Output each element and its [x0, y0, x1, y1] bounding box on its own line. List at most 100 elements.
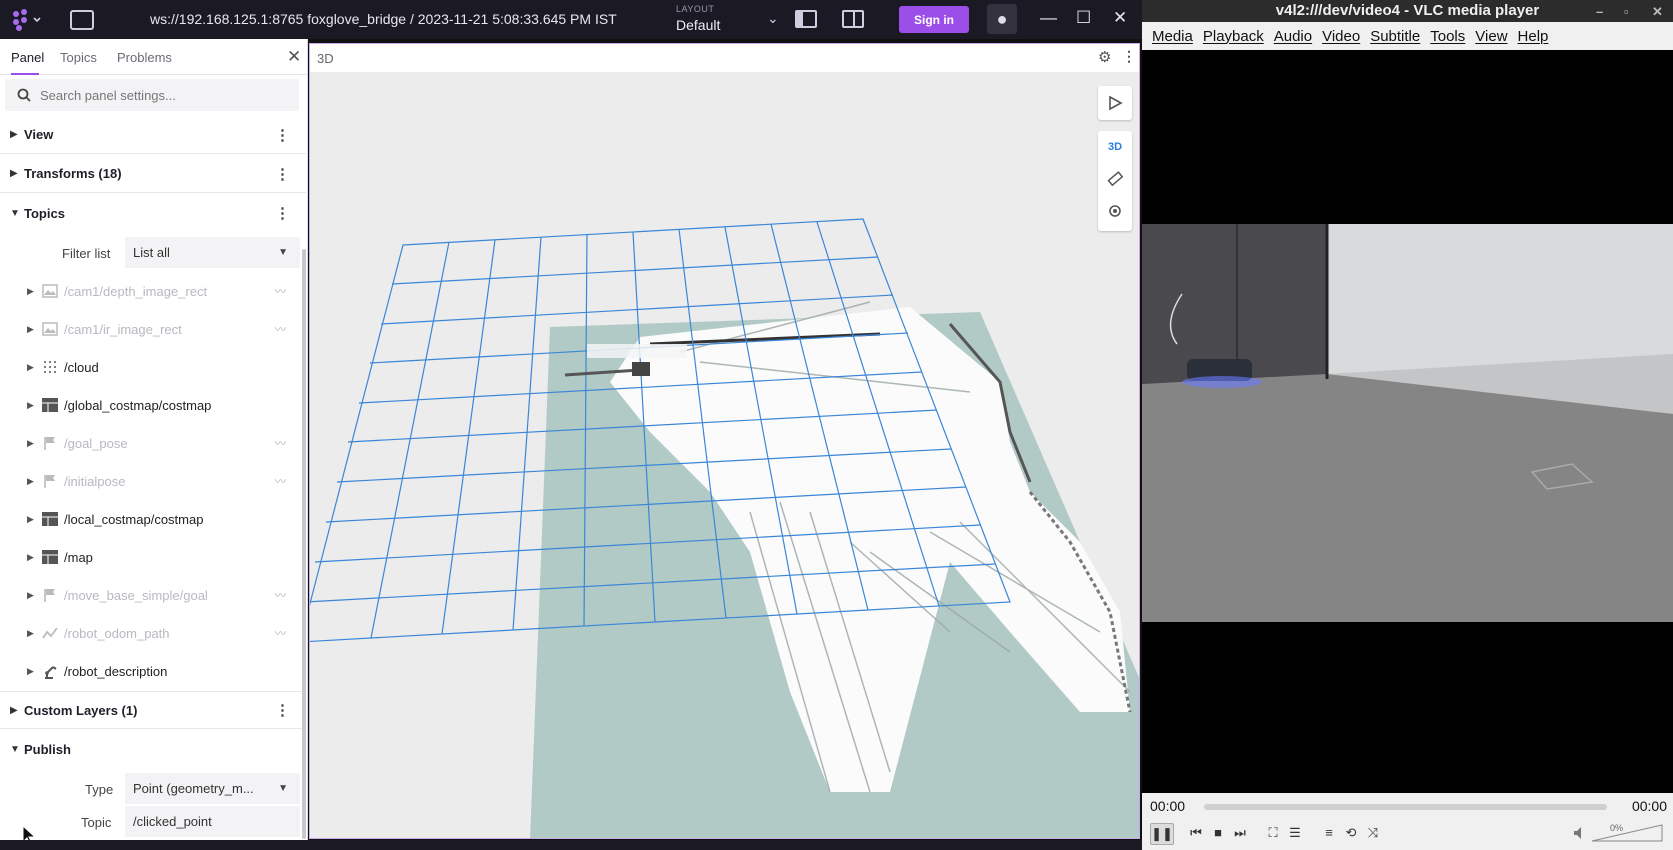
topic-row[interactable]: ▶ /move_base_simple/goal 〰	[0, 577, 306, 613]
expand-icon[interactable]: ▶	[27, 666, 34, 677]
topic-row[interactable]: ▶ /map	[0, 539, 306, 575]
tab-panel[interactable]: Panel	[11, 50, 44, 65]
expand-icon[interactable]: ▶	[27, 362, 34, 373]
pause-button[interactable]: ❚❚	[1150, 823, 1174, 845]
menu-audio[interactable]: Audio	[1274, 28, 1312, 45]
view-tools: 3D	[1098, 131, 1132, 231]
minimize-icon[interactable]: –	[1596, 1, 1603, 23]
close-icon[interactable]: ✕	[287, 47, 301, 67]
topic-row[interactable]: ▶ /goal_pose 〰	[0, 425, 306, 461]
section-transforms[interactable]: ▶ Transforms (18) ⋮	[0, 155, 306, 193]
foxglove-topbar: ws://192.168.125.1:8765 foxglove_bridge …	[0, 0, 1142, 39]
loop-icon[interactable]: ⟲	[1340, 823, 1362, 843]
user-icon[interactable]: ●	[987, 4, 1017, 34]
expand-icon[interactable]: ▶	[27, 324, 34, 335]
3d-panel[interactable]: 3D ⚙ ⋮ 3D	[309, 43, 1140, 839]
left-sidebar-toggle-icon[interactable]	[795, 10, 817, 28]
ruler-icon[interactable]	[1107, 171, 1123, 187]
seek-slider[interactable]	[1204, 804, 1607, 810]
robot-arm-icon	[42, 663, 58, 679]
sign-in-button[interactable]: Sign in	[899, 6, 969, 33]
expand-icon[interactable]: ▶	[27, 590, 34, 601]
playlist-icon[interactable]: ≡	[1318, 823, 1340, 843]
topic-row[interactable]: ▶ /global_costmap/costmap	[0, 387, 306, 423]
topic-name: /cloud	[64, 359, 99, 375]
video-frame[interactable]	[1142, 224, 1673, 622]
layout-selector[interactable]: Default	[676, 17, 720, 33]
expand-icon[interactable]: ▶	[27, 476, 34, 487]
visibility-off-icon[interactable]: 〰	[275, 587, 286, 603]
section-title: Transforms (18)	[24, 166, 122, 181]
visibility-off-icon[interactable]: 〰	[275, 435, 286, 451]
sidebar-scrollbar[interactable]	[302, 249, 306, 839]
3d-scene-canvas[interactable]	[310, 72, 1140, 839]
section-publish[interactable]: ▼ Publish	[0, 730, 306, 768]
topic-row[interactable]: ▶ /robot_odom_path 〰	[0, 615, 306, 651]
topic-row[interactable]: ▶ /initialpose 〰	[0, 463, 306, 499]
tab-topics[interactable]: Topics	[60, 50, 97, 65]
publish-point-icon[interactable]	[1107, 203, 1123, 219]
app-menu-button[interactable]	[8, 8, 42, 32]
more-icon[interactable]: ⋮	[275, 204, 290, 222]
next-button[interactable]: ⏭	[1229, 823, 1251, 843]
vlc-title-bar: v4l2:///dev/video4 - VLC media player – …	[1142, 0, 1673, 22]
fullscreen-icon[interactable]: ⛶	[1262, 823, 1284, 843]
maximize-icon[interactable]: ▫	[1624, 1, 1629, 23]
menu-view[interactable]: View	[1475, 28, 1507, 45]
select-tool-button[interactable]	[1098, 86, 1132, 120]
more-icon[interactable]: ⋮	[275, 126, 290, 144]
maximize-icon[interactable]: ☐	[1076, 8, 1091, 28]
section-view[interactable]: ▶ View ⋮	[0, 116, 306, 154]
expand-icon[interactable]: ▶	[27, 552, 34, 563]
more-icon[interactable]: ⋮	[275, 701, 290, 719]
topic-row[interactable]: ▶ /cloud	[0, 349, 306, 385]
section-topics[interactable]: ▼ Topics ⋮	[0, 194, 306, 232]
topic-row[interactable]: ▶ /cam1/depth_image_rect 〰	[0, 273, 306, 309]
chevron-down-icon[interactable]: ⌄	[767, 10, 779, 27]
close-icon[interactable]: ✕	[1652, 1, 1663, 23]
filter-list-label: Filter list	[62, 246, 111, 261]
panel-settings-sidebar: Panel Topics Problems ✕ Search panel set…	[0, 39, 308, 850]
publish-type-select[interactable]: Point (geometry_m... ▼	[125, 773, 300, 804]
visibility-off-icon[interactable]: 〰	[275, 321, 286, 337]
visibility-off-icon[interactable]: 〰	[275, 625, 286, 641]
menu-playback[interactable]: Playback	[1203, 28, 1264, 45]
menu-tools[interactable]: Tools	[1430, 28, 1465, 45]
previous-button[interactable]: ⏮	[1185, 823, 1207, 843]
filter-list-select[interactable]: List all ▼	[125, 237, 300, 268]
tab-problems[interactable]: Problems	[117, 50, 172, 65]
expand-icon[interactable]: ▶	[27, 514, 34, 525]
connection-status[interactable]: ws://192.168.125.1:8765 foxglove_bridge …	[150, 11, 617, 27]
right-sidebar-toggle-icon[interactable]	[842, 10, 864, 28]
stop-button[interactable]: ■	[1207, 823, 1229, 843]
extended-settings-icon[interactable]: ☰	[1284, 823, 1306, 843]
menu-subtitle[interactable]: Subtitle	[1370, 28, 1420, 45]
minimize-icon[interactable]: —	[1040, 8, 1057, 28]
menu-media[interactable]: Media	[1152, 28, 1193, 45]
more-icon[interactable]: ⋮	[275, 165, 290, 183]
topic-row[interactable]: ▶ /robot_description	[0, 653, 306, 689]
visibility-off-icon[interactable]: 〰	[275, 283, 286, 299]
visibility-off-icon[interactable]: 〰	[275, 473, 286, 489]
gear-icon[interactable]: ⚙	[1098, 48, 1111, 66]
topic-name: /cam1/ir_image_rect	[64, 321, 182, 337]
close-icon[interactable]: ✕	[1113, 8, 1127, 28]
shuffle-icon[interactable]: ⤨	[1362, 823, 1384, 843]
expand-icon[interactable]: ▶	[27, 286, 34, 297]
publish-topic-input[interactable]: /clicked_point	[125, 806, 300, 837]
section-custom-layers[interactable]: ▶ Custom Layers (1) ⋮	[0, 691, 306, 729]
topic-row[interactable]: ▶ /local_costmap/costmap	[0, 501, 306, 537]
more-icon[interactable]: ⋮	[1122, 48, 1136, 65]
expand-icon[interactable]: ▶	[27, 628, 34, 639]
3d-mode-toggle[interactable]: 3D	[1098, 141, 1132, 153]
search-icon	[17, 88, 31, 102]
expand-icon[interactable]: ▶	[27, 438, 34, 449]
expand-icon[interactable]: ▶	[27, 400, 34, 411]
robot-label-box	[587, 344, 687, 358]
menu-help[interactable]: Help	[1518, 28, 1549, 45]
publish-type-value: Point (geometry_m...	[133, 781, 254, 796]
topic-row[interactable]: ▶ /cam1/ir_image_rect 〰	[0, 311, 306, 347]
new-window-icon[interactable]	[70, 10, 94, 30]
menu-video[interactable]: Video	[1322, 28, 1360, 45]
search-input[interactable]: Search panel settings...	[5, 79, 299, 111]
